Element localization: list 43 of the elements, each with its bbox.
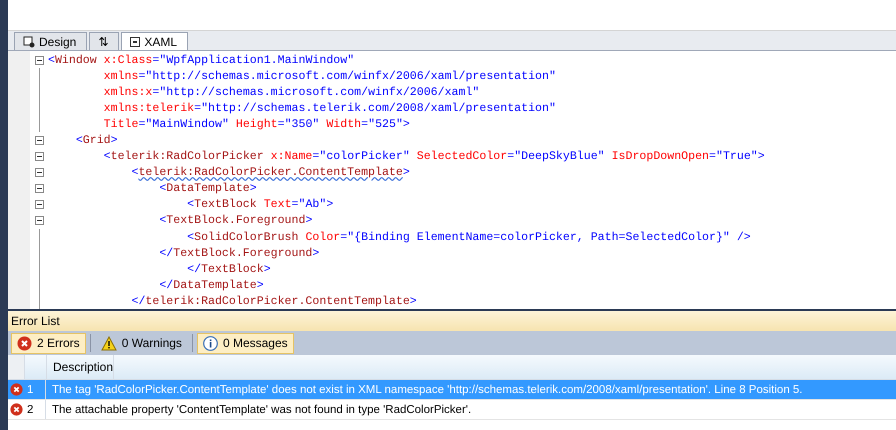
error-description: The attachable property 'ContentTemplate' was not found in type 'RadColorPicker'. <box>51 404 472 416</box>
editor-tab[interactable]: Design <box>14 32 88 50</box>
code-line: </telerik:RadColorPicker.ContentTemplate> <box>130 294 417 308</box>
collapse-icon[interactable] <box>34 56 44 65</box>
error-icon <box>10 403 22 416</box>
filter-button[interactable]: 0 Warnings <box>94 332 188 354</box>
code-line: <Grid> <box>74 134 118 148</box>
code-line: </TextBlock.Foreground> <box>158 246 320 260</box>
collapse-icon[interactable] <box>34 200 44 210</box>
code-line: <SolidColorBrush Color="{Binding ElementName=colorPicker, Path=SelectedColor}" /> <box>186 230 751 244</box>
code-line: <DataTemplate> <box>158 182 257 196</box>
row-number: 2 <box>24 400 46 419</box>
design-icon <box>23 36 35 48</box>
code-line: xmlns:x="http://schemas.microsoft.com/winfx/2006/xaml" <box>102 86 480 99</box>
code-line: xmlns="http://schemas.microsoft.com/winfx/2006/xaml/presentation" <box>102 70 556 83</box>
code-line: </DataTemplate> <box>158 278 264 292</box>
editor-tab[interactable]: ⇅ <box>89 32 120 50</box>
code-line: <telerik:RadColorPicker.ContentTemplate> <box>130 166 410 180</box>
code-line: <telerik:RadColorPicker x:Name="colorPicker" SelectedColor="DeepSkyBlue" IsDropDownOpen="True"> <box>102 150 765 164</box>
info-icon <box>202 336 218 350</box>
panel-title: Error List <box>8 311 896 331</box>
code-line: Title="MainWindow" Height="350" Width="525"> <box>102 118 410 131</box>
error-row[interactable]: 2 The attachable property 'ContentTemplate' was not found in type 'RadColorPicker'. <box>8 400 896 420</box>
collapse-icon[interactable] <box>34 168 44 178</box>
filter-button[interactable]: 2 Errors <box>11 332 86 354</box>
column-header[interactable]: Description <box>47 355 114 379</box>
code-line: <TextBlock.Foreground> <box>158 214 312 228</box>
error-description: The tag 'RadColorPicker.ContentTemplate' does not exist in XML namespace 'http://schemas.telerik.com/2008/xaml/presentation'. Line 8 Position 5. <box>51 384 802 396</box>
error-icon <box>10 383 22 396</box>
collapse-icon[interactable] <box>34 136 44 146</box>
xaml-icon <box>130 36 140 46</box>
code-line: <TextBlock Text="Ab"> <box>186 198 334 212</box>
warning-icon <box>100 336 117 350</box>
collapse-icon[interactable] <box>34 184 44 194</box>
error-icon <box>17 336 32 350</box>
collapse-icon[interactable] <box>34 216 44 226</box>
editor-tab[interactable]: XAML <box>121 32 188 50</box>
code-line: </TextBlock> <box>186 262 271 276</box>
row-number: 1 <box>24 380 46 399</box>
code-line: <Window x:Class="WpfApplication1.MainWindow" <box>48 54 354 67</box>
code-line: xmlns:telerik="http://schemas.telerik.com/2008/xaml/presentation" <box>102 102 556 115</box>
collapse-icon[interactable] <box>34 152 44 162</box>
filter-button[interactable]: 0 Messages <box>196 332 294 354</box>
